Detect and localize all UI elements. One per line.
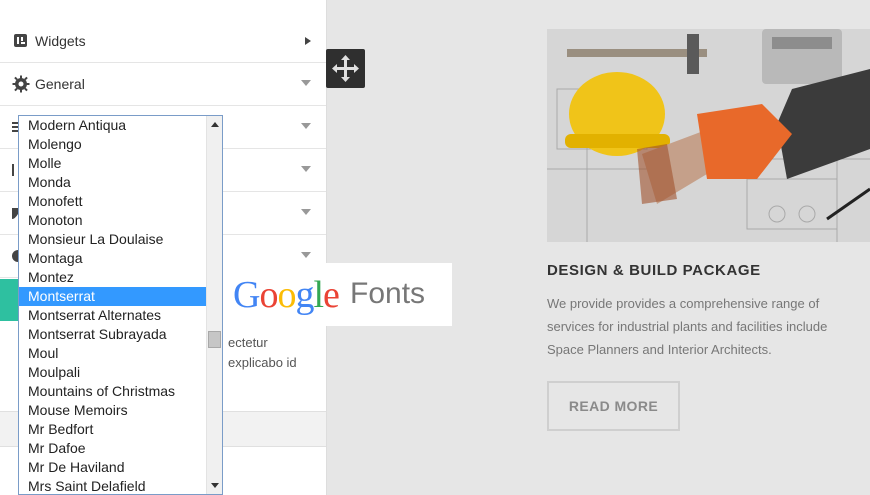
widgets-icon xyxy=(12,32,30,50)
chevron-down-icon xyxy=(301,80,311,86)
chevron-right-icon xyxy=(305,37,311,45)
font-option[interactable]: Montez xyxy=(19,268,222,287)
panel-row-label: Widgets xyxy=(35,33,86,49)
font-family-dropdown-list[interactable]: Modern Antiqua Molengo Molle Monda Monofett M… xyxy=(18,115,223,495)
font-option[interactable]: Mouse Memoirs xyxy=(19,401,222,420)
fonts-wordmark: Fonts xyxy=(350,277,426,310)
panel-row-general[interactable]: General xyxy=(0,63,326,106)
google-letter: o xyxy=(277,274,296,316)
google-letter: g xyxy=(295,274,314,316)
font-option[interactable]: Montserrat xyxy=(19,287,222,306)
font-option[interactable]: Modern Antiqua xyxy=(19,116,222,135)
chevron-down-icon xyxy=(301,252,311,258)
font-option[interactable]: Moulpali xyxy=(19,363,222,382)
card-title: DESIGN & BUILD PACKAGE xyxy=(547,262,761,279)
font-option[interactable]: Molle xyxy=(19,154,222,173)
font-option[interactable]: Montaga xyxy=(19,249,222,268)
scroll-down-icon[interactable] xyxy=(211,483,219,488)
font-option[interactable]: Monsieur La Doulaise xyxy=(19,230,222,249)
font-option[interactable]: Monda xyxy=(19,173,222,192)
font-option[interactable]: Mountains of Christmas xyxy=(19,382,222,401)
font-option[interactable]: Molengo xyxy=(19,135,222,154)
font-options: Modern Antiqua Molengo Molle Monda Monofett M… xyxy=(19,116,222,494)
google-letter: G xyxy=(233,274,260,316)
move-arrows-icon xyxy=(332,55,359,82)
google-wordmark: Google xyxy=(233,273,340,317)
card-text-line: We provide provides a comprehensive rang… xyxy=(547,296,820,311)
read-more-button[interactable]: READ MORE xyxy=(547,381,680,431)
font-option[interactable]: Mr Dafoe xyxy=(19,439,222,458)
font-option[interactable]: Montserrat Alternates xyxy=(19,306,222,325)
font-option[interactable]: Monoton xyxy=(19,211,222,230)
google-fonts-logo: Google Fonts xyxy=(223,263,452,326)
gear-icon xyxy=(12,75,30,93)
font-option[interactable]: Moul xyxy=(19,344,222,363)
active-section-indicator xyxy=(0,279,20,321)
panel-description-text: ectetur xyxy=(228,335,268,350)
panel-row-label: General xyxy=(35,76,85,92)
font-option[interactable]: Mrs Saint Delafield xyxy=(19,477,222,494)
dropdown-scrollbar[interactable] xyxy=(206,116,222,494)
google-letter: l xyxy=(313,274,324,316)
panel-description-text: explicabo id xyxy=(228,355,297,370)
card-text-line: Space Planners and Interior Architects. xyxy=(547,342,772,357)
scroll-up-icon[interactable] xyxy=(211,122,219,127)
google-letter: o xyxy=(259,274,278,316)
google-letter: e xyxy=(323,274,340,316)
font-option[interactable]: Montserrat Subrayada xyxy=(19,325,222,344)
font-option[interactable]: Mr De Haviland xyxy=(19,458,222,477)
chevron-down-icon xyxy=(301,166,311,172)
card-text-line: services for industrial plants and facil… xyxy=(547,319,828,334)
construction-handshake-image xyxy=(547,29,870,242)
font-option[interactable]: Monofett xyxy=(19,192,222,211)
panel-row-widgets[interactable]: Widgets xyxy=(0,20,326,63)
chevron-down-icon xyxy=(301,209,311,215)
font-option[interactable]: Mr Bedfort xyxy=(19,420,222,439)
chevron-down-icon xyxy=(301,123,311,129)
scrollbar-thumb[interactable] xyxy=(208,331,221,348)
move-handle[interactable] xyxy=(326,49,365,88)
